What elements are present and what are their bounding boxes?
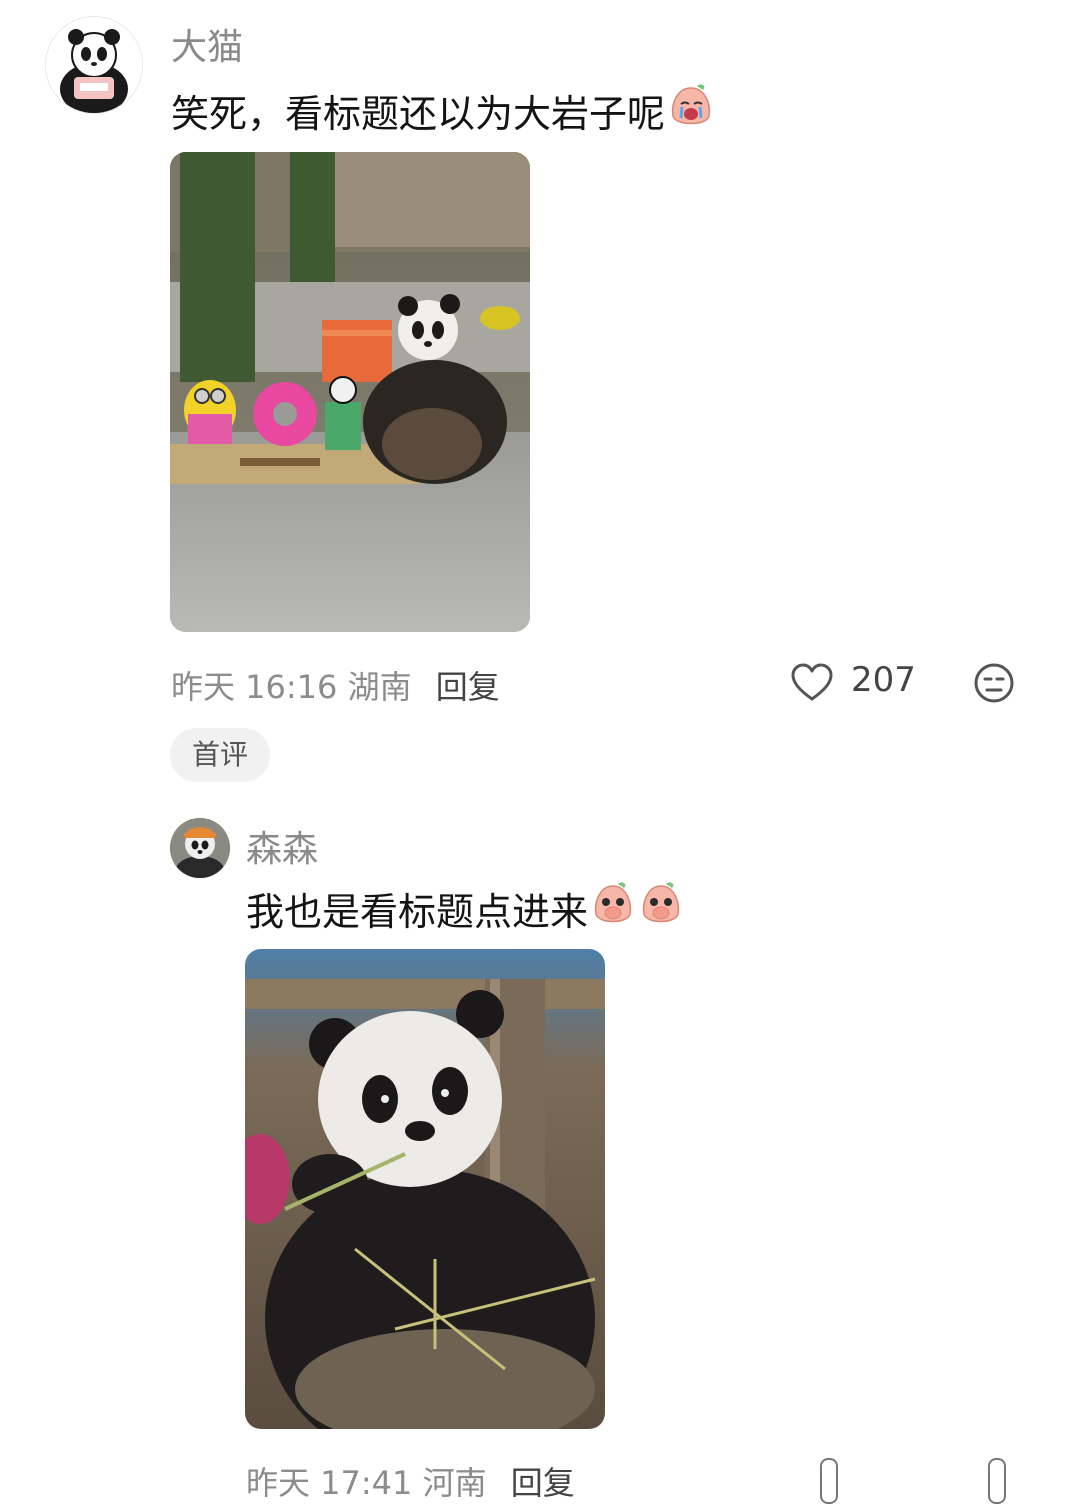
username[interactable]: 大猫 xyxy=(171,18,243,70)
avatar[interactable] xyxy=(170,818,230,878)
comment-location: 河南 xyxy=(422,1464,487,1502)
username[interactable]: 森森 xyxy=(246,820,318,872)
reply-button[interactable]: 回复 xyxy=(511,1464,575,1502)
comment-photo[interactable] xyxy=(245,949,605,1429)
comment-photo[interactable] xyxy=(170,152,530,632)
heart-icon[interactable] xyxy=(790,661,834,705)
comment-location: 湖南 xyxy=(347,668,412,706)
navigation-button[interactable] xyxy=(820,1458,838,1504)
first-comment-badge: 首评 xyxy=(170,728,271,782)
neutral-face-icon[interactable] xyxy=(972,661,1016,705)
comment-meta: 昨天 17:41 河南 回复 xyxy=(246,1458,575,1504)
comment-time: 昨天 16:16 xyxy=(171,668,338,706)
crying-peach-emoji-icon xyxy=(667,82,715,139)
avatar[interactable] xyxy=(45,16,143,114)
navigation-button[interactable] xyxy=(988,1458,1006,1504)
covering-mouth-peach-emoji-icon xyxy=(638,880,684,937)
comment-text-content: 我也是看标题点进来 xyxy=(246,889,589,934)
covering-mouth-peach-emoji-icon xyxy=(590,880,636,937)
comment-text: 笑死，看标题还以为大岩子呢 xyxy=(171,82,715,138)
comment-text-content: 笑死，看标题还以为大岩子呢 xyxy=(171,91,666,136)
comment-time: 昨天 17:41 xyxy=(246,1464,413,1502)
like-count: 207 xyxy=(851,660,916,700)
comment-meta: 昨天 16:16 湖南 回复 xyxy=(171,662,500,708)
comment-text: 我也是看标题点进来 xyxy=(246,880,684,936)
reply-button[interactable]: 回复 xyxy=(436,668,500,706)
